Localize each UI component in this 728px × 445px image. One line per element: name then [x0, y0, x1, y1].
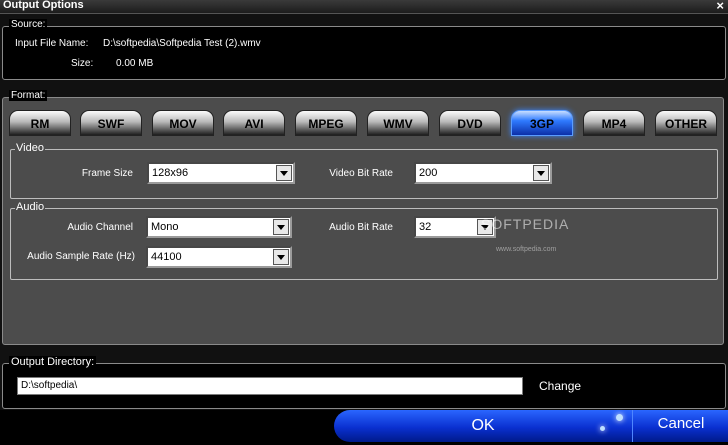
format-group: Format: RM SWF MOV AVI MPEG WMV DVD 3GP …	[2, 90, 724, 345]
chevron-down-icon[interactable]	[276, 165, 292, 181]
close-icon[interactable]: ×	[716, 0, 724, 13]
softpedia-watermark-url: www.softpedia.com	[496, 246, 557, 253]
chevron-down-icon[interactable]	[533, 165, 549, 181]
window-title: Output Options	[3, 0, 84, 11]
frame-size-value: 128x96	[152, 167, 189, 179]
output-options-window: Output Options × Source: Input File Name…	[0, 0, 728, 445]
audio-bit-rate-value: 32	[419, 221, 432, 233]
format-label: Format:	[9, 90, 48, 101]
output-directory-group: Output Directory: D:\softpedia\ Change	[2, 356, 726, 409]
audio-channel-value: Mono	[151, 221, 179, 233]
video-label: Video	[15, 142, 45, 154]
sparkle-icon	[616, 414, 623, 421]
tab-rm[interactable]: RM	[9, 110, 71, 136]
tab-3gp[interactable]: 3GP	[511, 110, 573, 136]
tab-avi[interactable]: AVI	[223, 110, 285, 136]
sparkle-icon	[600, 426, 605, 431]
bottom-bar: OK Cancel	[0, 410, 728, 445]
input-file-label: Input File Name:	[15, 38, 89, 49]
tab-wmv[interactable]: WMV	[367, 110, 429, 136]
input-file-value: D:\softpedia\Softpedia Test (2).wmv	[103, 38, 261, 49]
source-label: Source:	[9, 19, 48, 30]
chevron-down-icon[interactable]	[273, 249, 289, 265]
video-bit-rate-label: Video Bit Rate	[329, 168, 393, 179]
output-directory-input[interactable]: D:\softpedia\	[17, 377, 523, 395]
audio-bit-rate-label: Audio Bit Rate	[329, 222, 393, 233]
audio-sample-rate-select[interactable]: 44100	[146, 246, 292, 268]
audio-label: Audio	[15, 201, 46, 213]
audio-channel-select[interactable]: Mono	[146, 216, 292, 238]
audio-sample-rate-value: 44100	[151, 251, 182, 263]
source-group: Source: Input File Name: D:\softpedia\So…	[2, 19, 726, 80]
tab-mpeg[interactable]: MPEG	[295, 110, 357, 136]
chevron-down-icon[interactable]	[273, 219, 289, 235]
audio-sample-rate-label: Audio Sample Rate (Hz)	[27, 251, 135, 262]
audio-group: Audio Audio Channel Mono Audio Bit Rate …	[10, 201, 718, 280]
video-bit-rate-value: 200	[419, 167, 438, 179]
cancel-button[interactable]: Cancel	[632, 410, 728, 442]
frame-size-label: Frame Size	[81, 168, 133, 179]
tab-swf[interactable]: SWF	[80, 110, 142, 136]
size-label: Size:	[71, 58, 94, 69]
video-group: Video Frame Size 128x96 Video Bit Rate 2…	[10, 142, 718, 199]
tab-mp4[interactable]: MP4	[583, 110, 645, 136]
audio-channel-label: Audio Channel	[67, 222, 133, 233]
change-button[interactable]: Change	[539, 379, 581, 393]
tab-other[interactable]: OTHER	[655, 110, 717, 136]
video-bit-rate-select[interactable]: 200	[414, 162, 552, 184]
tab-mov[interactable]: MOV	[152, 110, 214, 136]
output-directory-label: Output Directory:	[9, 356, 97, 368]
title-bar: Output Options ×	[0, 0, 728, 14]
tab-dvd[interactable]: DVD	[439, 110, 501, 136]
softpedia-watermark: SOFTPEDIA	[481, 216, 570, 232]
size-value: 0.00 MB	[116, 58, 154, 69]
frame-size-select[interactable]: 128x96	[147, 162, 295, 184]
ok-button[interactable]: OK	[334, 410, 632, 442]
